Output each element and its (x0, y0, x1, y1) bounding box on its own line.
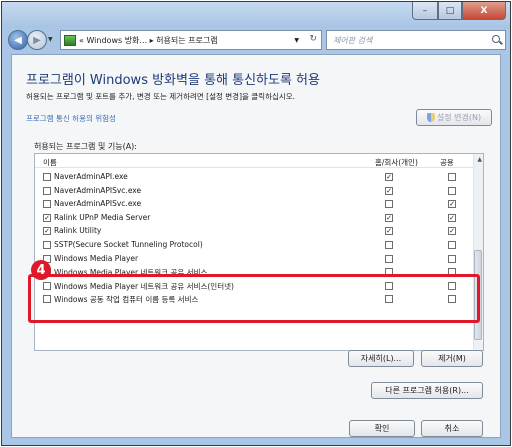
risk-link[interactable]: 프로그램 통신 허용의 위험성 (26, 113, 116, 124)
public-network-checkbox[interactable]: ✓ (448, 213, 456, 222)
public-network-checkbox[interactable] (448, 186, 456, 195)
enable-checkbox[interactable]: ✓ (43, 227, 51, 236)
page-title: 프로그램이 Windows 방화벽을 통해 통신하도록 허용 (26, 73, 320, 88)
arrow-left-icon: ◀ (14, 34, 22, 46)
column-header-name[interactable]: 이름 (43, 157, 57, 168)
table-row[interactable]: SSTP(Secure Socket Tunneling Protocol) (35, 238, 473, 252)
cancel-button[interactable]: 취소 (421, 420, 483, 437)
back-button[interactable]: ◀ (8, 30, 28, 50)
address-bar[interactable]: « Windows 방화... ▸ 허용되는 프로그램 ▼ ↻ (60, 30, 322, 50)
public-network-checkbox[interactable] (448, 173, 456, 181)
details-button[interactable]: 자세히(L)... (348, 350, 414, 367)
allow-another-program-button[interactable]: 다른 프로그램 허용(R)... (371, 382, 483, 399)
program-name: SSTP(Secure Socket Tunneling Protocol) (54, 240, 203, 249)
change-settings-label: 설정 변경(N) (436, 113, 482, 122)
enable-checkbox[interactable]: ✓ (43, 213, 51, 222)
program-name: Windows Media Player (54, 253, 139, 263)
arrow-right-icon: ▶ (33, 34, 41, 46)
scroll-up-arrow-icon[interactable]: ▲ (477, 156, 482, 163)
enable-checkbox[interactable] (43, 241, 51, 249)
title-bar: – □ X (2, 2, 510, 28)
home-network-checkbox[interactable]: ✓ (385, 173, 393, 181)
step-badge: 4 (31, 260, 51, 280)
shield-icon (426, 113, 435, 122)
table-row[interactable]: NaverAdminAPISvc.exe ✓ (35, 197, 473, 211)
search-icon[interactable] (492, 35, 500, 43)
enable-checkbox[interactable] (43, 173, 51, 181)
table-row[interactable]: NaverAdminAPI.exe ✓ (35, 170, 473, 184)
home-network-checkbox[interactable]: ✓ (385, 186, 393, 195)
breadcrumb[interactable]: « Windows 방화... ▸ 허용되는 프로그램 (79, 35, 218, 46)
search-input[interactable]: 제어판 검색 (326, 30, 506, 50)
allowed-list-label: 허용되는 프로그램 및 기능(A): (34, 142, 137, 151)
enable-checkbox[interactable] (43, 186, 51, 195)
public-network-checkbox[interactable] (448, 241, 456, 249)
program-name: NaverAdminAPISvc.exe (54, 199, 142, 209)
recent-pages-dropdown[interactable]: ▼ (48, 36, 53, 43)
public-network-checkbox[interactable] (448, 254, 456, 263)
list-header: 이름 홈/회사(개인) 공용 (35, 154, 473, 168)
main-panel: 프로그램이 Windows 방화벽을 통해 통신하도록 허용 허용되는 프로그램… (11, 54, 501, 438)
firewall-window: – □ X ◀ ▶ ▼ « Windows 방화... ▸ 허용되는 프로그램 … (1, 1, 511, 446)
column-header-home[interactable]: 홈/회사(개인) (375, 157, 418, 168)
home-network-checkbox[interactable]: ✓ (385, 213, 393, 222)
highlight-box (28, 274, 480, 323)
column-header-public[interactable]: 공용 (440, 157, 454, 168)
program-name: Ralink Utility (54, 226, 102, 236)
home-network-checkbox[interactable]: ✓ (385, 227, 393, 236)
search-placeholder: 제어판 검색 (333, 36, 373, 45)
change-settings-button[interactable]: 설정 변경(N) (416, 109, 492, 126)
home-network-checkbox[interactable] (385, 241, 393, 249)
table-row[interactable]: NaverAdminAPISvc.exe ✓ (35, 184, 473, 198)
ok-button[interactable]: 확인 (349, 420, 415, 437)
program-name: NaverAdminAPISvc.exe (54, 185, 142, 195)
program-name: Ralink UPnP Media Server (54, 212, 151, 222)
address-dropdown-icon[interactable]: ▼ (294, 37, 299, 44)
table-row[interactable]: Windows Media Player (35, 252, 473, 266)
refresh-icon[interactable]: ↻ (309, 34, 317, 44)
caption-buttons: – □ X (412, 2, 506, 20)
home-network-checkbox[interactable] (385, 254, 393, 263)
table-row[interactable]: ✓ Ralink Utility ✓ ✓ (35, 224, 473, 238)
public-network-checkbox[interactable]: ✓ (448, 200, 456, 209)
remove-button[interactable]: 제거(M) (421, 350, 483, 367)
instruction-text: 허용되는 프로그램 및 포트를 추가, 변경 또는 제거하려면 [설정 변경]을… (26, 92, 296, 101)
public-network-checkbox[interactable]: ✓ (448, 227, 456, 236)
navigation-bar: ◀ ▶ ▼ « Windows 방화... ▸ 허용되는 프로그램 ▼ ↻ 제어… (2, 26, 510, 54)
maximize-button[interactable]: □ (438, 2, 462, 20)
control-panel-icon (64, 34, 76, 46)
program-name: NaverAdminAPI.exe (54, 172, 128, 181)
close-button[interactable]: X (462, 2, 506, 20)
forward-button[interactable]: ▶ (27, 30, 47, 50)
table-row[interactable]: ✓ Ralink UPnP Media Server ✓ ✓ (35, 211, 473, 225)
enable-checkbox[interactable] (43, 200, 51, 209)
home-network-checkbox[interactable] (385, 200, 393, 209)
minimize-button[interactable]: – (412, 2, 438, 20)
